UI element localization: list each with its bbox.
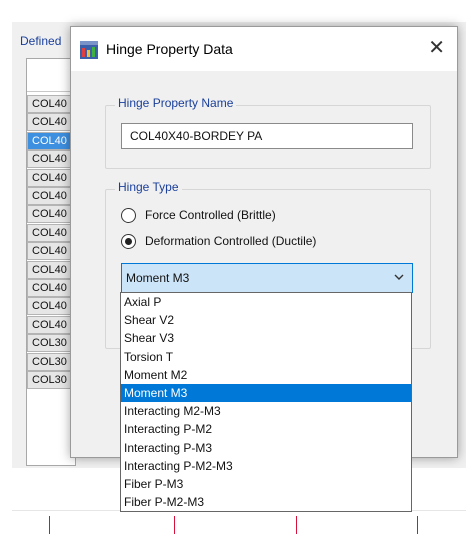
list-header bbox=[27, 59, 75, 92]
dropdown-option[interactable]: Interacting P-M3 bbox=[121, 439, 411, 457]
list-item[interactable]: COL40 bbox=[27, 223, 75, 242]
list-item[interactable]: COL30 bbox=[27, 334, 75, 353]
list-item[interactable]: COL40 bbox=[27, 315, 75, 334]
list-item[interactable]: COL40 bbox=[27, 150, 75, 169]
hinge-name-group-label: Hinge Property Name bbox=[115, 96, 237, 110]
hinge-type-combo[interactable]: Moment M3 bbox=[121, 263, 413, 293]
list-item[interactable]: COL30 bbox=[27, 371, 75, 389]
dropdown-option[interactable]: Shear V3 bbox=[121, 329, 411, 347]
dropdown-option[interactable]: Shear V2 bbox=[121, 311, 411, 329]
title-bar[interactable]: Hinge Property Data ✕ bbox=[71, 27, 457, 71]
defined-props-list[interactable]: COL40 COL40 COL40 COL40 COL40 COL40 COL40 COL40… bbox=[26, 58, 76, 466]
dropdown-option[interactable]: Fiber P-M3 bbox=[121, 475, 411, 493]
hinge-type-dropdown-list[interactable]: Axial P Shear V2 Shear V3 Torsion T Moment M… bbox=[120, 292, 412, 512]
ruler-mark bbox=[49, 516, 50, 534]
ruler-mark bbox=[174, 516, 175, 534]
close-icon[interactable]: ✕ bbox=[428, 37, 445, 59]
list-item[interactable]: COL40 bbox=[27, 131, 75, 150]
list-item[interactable]: COL40 bbox=[27, 187, 75, 205]
list-item[interactable]: COL40 bbox=[27, 260, 75, 279]
deformation-controlled-label: Deformation Controlled (Ductile) bbox=[145, 234, 317, 248]
dropdown-option[interactable]: Interacting P-M2 bbox=[121, 420, 411, 438]
list-item[interactable]: COL40 bbox=[27, 113, 75, 132]
list-item[interactable]: COL40 bbox=[27, 242, 75, 261]
ruler-mark bbox=[417, 516, 418, 534]
dropdown-option[interactable]: Interacting M2-M3 bbox=[121, 402, 411, 420]
force-controlled-label: Force Controlled (Brittle) bbox=[145, 208, 276, 222]
ruler-mark bbox=[296, 516, 297, 534]
defined-label: Defined bbox=[20, 34, 62, 48]
list-item[interactable]: COL40 bbox=[27, 297, 75, 316]
list-item[interactable]: COL40 bbox=[27, 205, 75, 224]
deformation-controlled-radio[interactable] bbox=[121, 234, 136, 249]
dropdown-option[interactable]: Fiber P-M2-M3 bbox=[121, 493, 411, 511]
radio-dot bbox=[125, 238, 132, 245]
dropdown-option[interactable]: Interacting P-M2-M3 bbox=[121, 457, 411, 475]
list-item[interactable]: COL40 bbox=[27, 168, 75, 187]
app-icon bbox=[80, 41, 98, 59]
list-item[interactable]: COL40 bbox=[27, 95, 75, 113]
chevron-down-icon[interactable] bbox=[394, 271, 404, 283]
dropdown-option[interactable]: Axial P bbox=[121, 293, 411, 311]
combo-selected-value: Moment M3 bbox=[126, 271, 190, 285]
dropdown-option[interactable]: Torsion T bbox=[121, 348, 411, 366]
hinge-type-group-label: Hinge Type bbox=[115, 180, 182, 194]
list-item[interactable]: COL40 bbox=[27, 279, 75, 297]
dialog-title: Hinge Property Data bbox=[106, 41, 233, 57]
dropdown-option[interactable]: Moment M2 bbox=[121, 366, 411, 384]
hinge-name-input[interactable]: COL40X40-BORDEY PA bbox=[121, 123, 413, 149]
list-item[interactable]: COL30 bbox=[27, 352, 75, 371]
dropdown-option[interactable]: Moment M3 bbox=[121, 384, 411, 402]
force-controlled-radio[interactable] bbox=[121, 208, 136, 223]
